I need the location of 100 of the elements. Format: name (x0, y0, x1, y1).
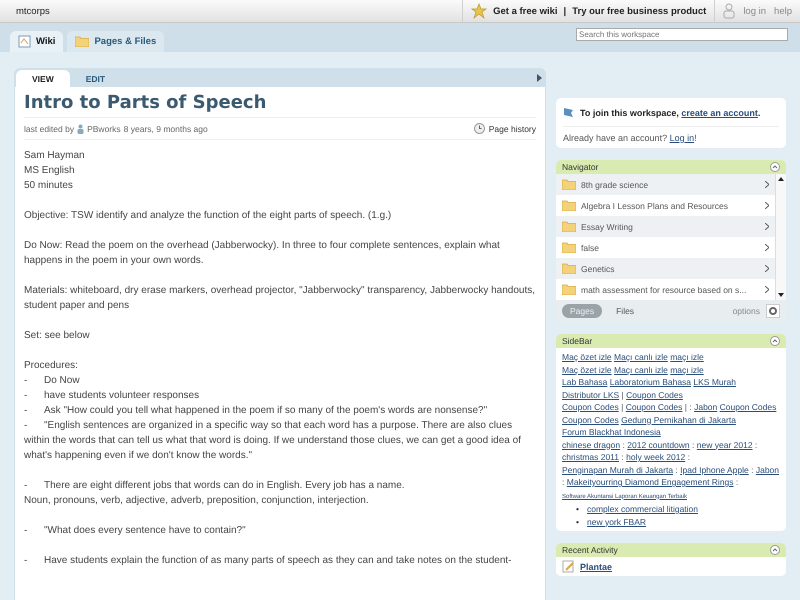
login-text: Already have an account? Log in! (563, 133, 698, 143)
sidebar-link[interactable]: Laboratorium Bahasa (610, 377, 692, 387)
sidebar-link[interactable]: Makeityourring Diamond Engagement Rings (566, 477, 734, 487)
login-link[interactable]: Log in (670, 133, 694, 143)
separator: : (736, 477, 738, 487)
body-text: Materials: whiteboard, dry erase markers, overhead projector, "Jabberwocky" transparency, Jabberwocky handouts, student paper and pens (24, 284, 536, 313)
collapse-icon (770, 545, 780, 555)
separator: | : (684, 402, 692, 412)
folder-icon (562, 221, 576, 232)
join-text: To join this workspace, create an account. (580, 108, 760, 118)
panel-title: Recent Activity (562, 545, 618, 555)
clock-icon (474, 123, 485, 134)
sidebar-link[interactable]: Forum Blackhat Indonesia (562, 427, 661, 437)
mode-tab[interactable]: EDIT (70, 70, 122, 87)
search-field[interactable]: Search this workspace (576, 28, 788, 41)
nav-tab[interactable]: Pages & Files (67, 31, 164, 52)
panel-title: Navigator (562, 162, 598, 172)
body-text: - "English sentences are organized in a specific way so that each word has a purpose. There are also clues within the words that can tell us what that word is doing. If we understand those clues, we can get a good idea of what's happening even if we don't know the words." (24, 419, 522, 463)
sidebar-link[interactable]: holy week 2012 (626, 452, 686, 462)
sidebar-link[interactable]: Jabon (756, 464, 780, 474)
sidebar-link[interactable]: Coupon Codes (626, 390, 683, 400)
nav-tab[interactable]: Wiki (10, 31, 64, 52)
separator: : (622, 440, 625, 450)
separator: : (754, 440, 758, 450)
sidebar-link[interactable]: maçı izle (670, 352, 704, 362)
sidebar-link[interactable]: LKS Murah (693, 377, 736, 387)
sidebar-link[interactable]: christmas 2011 (562, 452, 620, 462)
edited-time: 8 years, 9 months ago (124, 124, 208, 134)
body-text: MS English (24, 164, 76, 178)
body-text: Do Now: Read the poem on the overhead (Jabberwocky). In three to four complete sentences, explain what happens in the poem in your own words. (24, 239, 501, 268)
navigator-item[interactable]: Essay Writing (556, 216, 775, 237)
sidebar-link[interactable]: Coupon Codes (562, 402, 619, 412)
separator: | (622, 390, 624, 400)
folder-icon (562, 200, 576, 211)
separator: | (621, 402, 624, 412)
folder-icon (562, 179, 576, 190)
sidebar-link[interactable]: Coupon Codes (720, 402, 776, 412)
separator: : (692, 440, 694, 450)
separator: : (688, 452, 690, 462)
panel-title: SideBar (562, 336, 592, 346)
navigator-item[interactable]: 8th grade science (556, 174, 775, 195)
body-text: - Ask "How could you tell what happened in the poem if so many of the poem's words are nonsense?" (24, 404, 488, 418)
sidebar-link[interactable]: Ipad Iphone Apple (680, 464, 749, 474)
chevron-right-icon (765, 202, 769, 209)
sidebar-link[interactable]: Jabon (694, 402, 718, 412)
bullet: • (576, 516, 579, 528)
body-text: - "What does every sentence have to contain?" (24, 524, 247, 538)
navigator-tab[interactable]: Files (608, 304, 642, 318)
sidebar-link[interactable]: Maçı canlı izle (614, 364, 668, 374)
folder-icon (562, 284, 576, 295)
brand-name[interactable]: mtcorps (16, 6, 462, 16)
body-text: Procedures: (24, 359, 79, 373)
body-text: - Have students explain the function of as many parts of speech as they can and take notes on the student- (24, 554, 513, 568)
body-text: Noun, pronouns, verb, adjective, adverb, preposition, conjunction, interjection. (24, 494, 370, 508)
sidebar-link[interactable]: 2012 countdown (627, 440, 690, 450)
mode-tab[interactable]: VIEW (16, 70, 70, 87)
navigator-item[interactable]: Genetics (556, 258, 775, 279)
folder-icon (562, 263, 576, 274)
sidebar-link[interactable]: Maç özet izle (562, 352, 612, 362)
collapse-icon (770, 336, 780, 346)
star-icon (471, 3, 488, 19)
page-title: Intro to Parts of Speech (24, 92, 536, 118)
user-icon (77, 124, 84, 134)
chevron-right-icon (765, 265, 769, 272)
edited-label: last edited by (24, 124, 74, 134)
separator: | (564, 6, 566, 16)
sidebar-link[interactable]: Penginapan Murah di Jakarta (562, 464, 674, 474)
sidebar-link[interactable]: Coupon Codes (562, 414, 619, 424)
business-link[interactable]: Try our free business product (572, 6, 706, 16)
chevron-right-icon (765, 286, 769, 293)
sidebar-link[interactable]: chinese dragon (562, 440, 620, 450)
sidebar-link[interactable]: Maçı canlı izle (614, 352, 668, 362)
sidebar-link[interactable]: Distributor LKS (562, 390, 620, 400)
page-edit-icon (562, 560, 575, 573)
body-text: 50 minutes (24, 179, 74, 193)
promo-link[interactable]: Get a free wiki (493, 6, 558, 16)
page-history-link[interactable]: Page history (488, 124, 536, 134)
chevron-right-icon (765, 223, 769, 230)
user-icon (723, 3, 736, 19)
sidebar-link[interactable]: Maç özet izle (562, 364, 612, 374)
body-text: Objective: TSW identify and analyze the function of the eight parts of speech. (1.g.) (24, 209, 392, 223)
activity-link[interactable]: Plantae (580, 562, 612, 572)
collapse-icon (770, 162, 780, 172)
sidebar-link[interactable]: Coupon Codes (626, 402, 682, 412)
chevron-right-icon (765, 181, 769, 188)
sidebar-link[interactable]: new york FBAR (586, 516, 646, 528)
sidebar-link[interactable]: new year 2012 (696, 440, 753, 450)
sidebar-link[interactable]: Gedung Pernikahan di Jakarta (621, 414, 736, 424)
navigator-item[interactable]: math assessment for resource based on s... (556, 279, 775, 300)
sidebar-link[interactable]: Lab Bahasa (562, 377, 608, 387)
chevron-right-icon (765, 244, 769, 251)
body-text: Sam Hayman (24, 149, 86, 163)
navigator-item[interactable]: false (556, 237, 775, 258)
navigator-item[interactable]: Algebra I Lesson Plans and Resources (556, 195, 775, 216)
separator: : (675, 464, 678, 474)
create-account-link[interactable]: create an account (681, 108, 758, 118)
sidebar-link[interactable]: complex commercial litigation (586, 503, 698, 516)
flag-icon (563, 107, 574, 119)
separator: : (621, 452, 624, 462)
sidebar-link[interactable]: maçı izle (670, 364, 704, 374)
